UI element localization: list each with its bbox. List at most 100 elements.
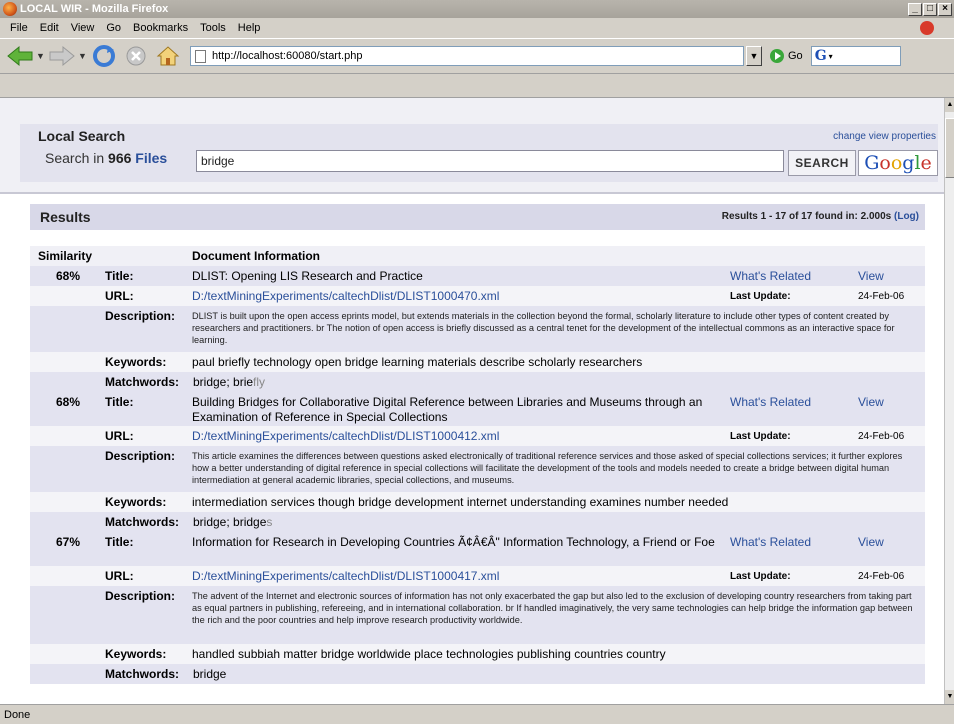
title-label: Title: — [105, 395, 134, 409]
last-update-value: 24-Feb-06 — [858, 431, 905, 442]
local-search-heading: Local Search — [38, 128, 126, 144]
menu-file[interactable]: File — [4, 22, 34, 34]
result-keywords: handled subbiah matter bridge worldwide … — [192, 647, 666, 661]
change-view-properties-link[interactable]: change view properties — [833, 131, 936, 142]
scroll-down-icon[interactable]: ▼ — [945, 690, 954, 704]
result-description-row: Description: DLIST is built upon the ope… — [30, 306, 925, 352]
files-label: Files — [135, 150, 168, 166]
reload-icon — [93, 45, 115, 67]
forward-dropdown-icon[interactable]: ▼ — [78, 51, 88, 61]
stop-button[interactable] — [120, 42, 152, 70]
scroll-up-icon[interactable]: ▲ — [945, 98, 954, 112]
search-button[interactable]: SEARCH — [788, 150, 856, 176]
search-input[interactable]: bridge — [196, 150, 784, 172]
result-title-row: 68% Title: Building Bridges for Collabor… — [30, 392, 925, 426]
view-link[interactable]: View — [858, 269, 884, 283]
results-table: Similarity Document Information 68% Titl… — [30, 246, 925, 684]
maximize-button[interactable]: □ — [923, 2, 937, 16]
url-label: URL: — [105, 569, 134, 583]
similarity-column-header: Similarity — [38, 249, 93, 263]
whats-related-link[interactable]: What's Related — [730, 269, 811, 283]
search-engine-dropdown-icon[interactable]: ▾ — [829, 52, 833, 61]
result-description: This article examines the differences be… — [192, 451, 903, 485]
go-button[interactable]: Go — [770, 49, 803, 63]
similarity-value: 68% — [56, 395, 81, 409]
back-button[interactable] — [4, 42, 36, 70]
matchwords-text: bridge; bridge — [193, 515, 267, 529]
menu-edit[interactable]: Edit — [34, 22, 65, 34]
minimize-button[interactable]: _ — [908, 2, 922, 16]
menu-help[interactable]: Help — [232, 22, 267, 34]
results-heading: Results — [40, 209, 91, 225]
reload-button[interactable] — [88, 42, 120, 70]
menu-bar: File Edit View Go Bookmarks Tools Help — [0, 18, 954, 38]
view-link[interactable]: View — [858, 535, 884, 549]
title-label: Title: — [105, 269, 134, 283]
menu-tools[interactable]: Tools — [194, 22, 232, 34]
url-text[interactable]: http://localhost:60080/start.php — [212, 50, 362, 62]
url-label: URL: — [105, 429, 134, 443]
menu-bookmarks[interactable]: Bookmarks — [127, 22, 194, 34]
vertical-scrollbar[interactable]: ▲ ▼ — [944, 98, 954, 704]
whats-related-link[interactable]: What's Related — [730, 535, 811, 549]
whats-related-link[interactable]: What's Related — [730, 395, 811, 409]
forward-arrow-icon — [49, 45, 75, 67]
throbber-icon — [920, 21, 934, 35]
view-link[interactable]: View — [858, 395, 884, 409]
result-title-row: 68% Title: DLIST: Opening LIS Research a… — [30, 266, 925, 286]
menu-view[interactable]: View — [65, 22, 101, 34]
result-url-link[interactable]: D:/textMiningExperiments/caltechDlist/DL… — [192, 569, 499, 583]
scroll-thumb[interactable] — [945, 118, 954, 178]
keywords-label: Keywords: — [105, 647, 167, 661]
go-label: Go — [788, 50, 803, 62]
matchwords-suffix: s — [266, 515, 273, 529]
result-matchwords: bridge; briefly — [193, 375, 265, 389]
divider — [0, 192, 944, 194]
last-update-value: 24-Feb-06 — [858, 291, 905, 302]
status-bar: Done — [0, 704, 954, 724]
page-icon — [195, 49, 206, 63]
file-count: 966 — [108, 150, 132, 166]
search-engine-box[interactable]: G ▾ — [810, 46, 901, 66]
results-count: Results 1 - 17 of 17 found in: 2.000s — [721, 211, 892, 222]
result-title: DLIST: Opening LIS Research and Practice — [192, 269, 423, 283]
url-label: URL: — [105, 289, 134, 303]
result-title-row: 67% Title: Information for Research in D… — [30, 532, 925, 566]
result-keywords-row: Keywords: intermediation services though… — [30, 492, 925, 512]
result-title: Information for Research in Developing C… — [192, 535, 715, 549]
result-description-row: Description: This article examines the d… — [30, 446, 925, 492]
title-label: Title: — [105, 535, 134, 549]
url-bar[interactable]: http://localhost:60080/start.php — [190, 46, 744, 66]
close-button[interactable]: × — [938, 2, 952, 16]
back-dropdown-icon[interactable]: ▼ — [36, 51, 46, 61]
home-button[interactable] — [152, 42, 184, 70]
document-info-column-header: Document Information — [192, 249, 320, 263]
result-url-row: URL: D:/textMiningExperiments/caltechDli… — [30, 426, 925, 446]
result-description: The advent of the Internet and electroni… — [192, 591, 913, 625]
result-matchwords: bridge; bridges — [193, 515, 272, 529]
menu-go[interactable]: Go — [100, 22, 127, 34]
bookmarks-toolbar — [0, 74, 954, 98]
description-label: Description: — [105, 449, 176, 463]
result-keywords: intermediation services though bridge de… — [192, 495, 729, 509]
matchwords-suffix: fly — [253, 375, 266, 389]
result-url-row: URL: D:/textMiningExperiments/caltechDli… — [30, 286, 925, 306]
window-titlebar: LOCAL WIR - Mozilla Firefox _ □ × — [0, 0, 954, 18]
result-keywords-row: Keywords: paul briefly technology open b… — [30, 352, 925, 372]
description-label: Description: — [105, 589, 176, 603]
log-link[interactable]: (Log) — [894, 211, 919, 222]
result-description: DLIST is built upon the open access epri… — [192, 311, 895, 345]
status-text: Done — [4, 708, 31, 721]
result-url-link[interactable]: D:/textMiningExperiments/caltechDlist/DL… — [192, 429, 499, 443]
forward-button[interactable] — [46, 42, 78, 70]
url-history-dropdown[interactable]: ▼ — [746, 46, 762, 66]
last-update-label: Last Update: — [730, 571, 791, 582]
google-button[interactable]: Google — [858, 150, 938, 176]
stop-icon — [126, 46, 146, 66]
home-icon — [156, 46, 180, 66]
result-url-row: URL: D:/textMiningExperiments/caltechDli… — [30, 566, 925, 586]
keywords-label: Keywords: — [105, 495, 167, 509]
result-url-link[interactable]: D:/textMiningExperiments/caltechDlist/DL… — [192, 289, 499, 303]
result-keywords: paul briefly technology open bridge lear… — [192, 355, 643, 369]
matchwords-text: bridge; brie — [193, 375, 254, 389]
